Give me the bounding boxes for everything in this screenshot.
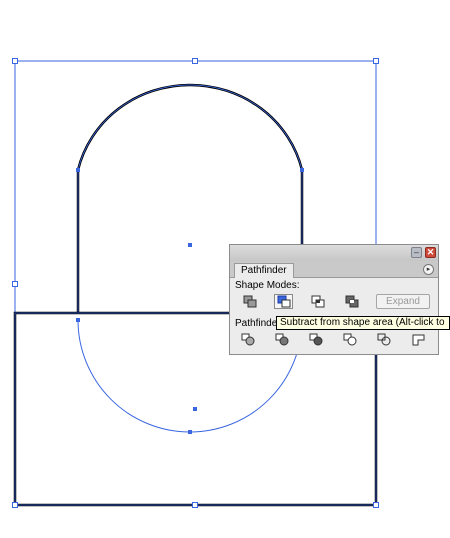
pathfinder-panel: – ✕ Pathfinder ▸ Shape Modes: Expand Pat… [229,244,439,355]
exclude-overlapping-shape-areas-icon [345,295,358,308]
divide-button[interactable] [240,332,257,347]
intersect-shape-areas-button[interactable] [308,294,327,309]
add-to-shape-area-icon [243,295,256,308]
close-button[interactable]: ✕ [425,247,436,258]
merge-icon [309,333,323,346]
crop-icon [343,333,357,346]
crop-button[interactable] [342,332,359,347]
intersect-shape-areas-icon [311,295,324,308]
expand-button[interactable]: Expand [376,294,430,309]
minimize-button[interactable]: – [411,247,422,258]
minus-back-icon [412,334,425,346]
tooltip-subtract-from-shape-area: Subtract from shape area (Alt-click to [276,316,450,330]
outline-icon [377,333,391,346]
shape-modes-label: Shape Modes: [235,280,300,291]
trim-button[interactable] [274,332,291,347]
tab-pathfinder[interactable]: Pathfinder [234,263,294,278]
pathfinders-label: Pathfinde [235,318,278,329]
merge-button[interactable] [308,332,325,347]
subtract-from-shape-area-button[interactable] [274,294,293,309]
subtract-from-shape-area-icon [277,295,290,308]
trim-icon [275,333,289,346]
panel-menu-button[interactable]: ▸ [423,264,434,275]
add-to-shape-area-button[interactable] [240,294,259,309]
outline-button[interactable] [376,332,393,347]
panel-titlebar[interactable]: – ✕ [230,245,438,262]
divide-icon [241,333,255,346]
minus-back-button[interactable] [410,332,427,347]
panel-tab-strip: Pathfinder ▸ [230,261,438,278]
exclude-overlapping-shape-areas-button[interactable] [342,294,361,309]
